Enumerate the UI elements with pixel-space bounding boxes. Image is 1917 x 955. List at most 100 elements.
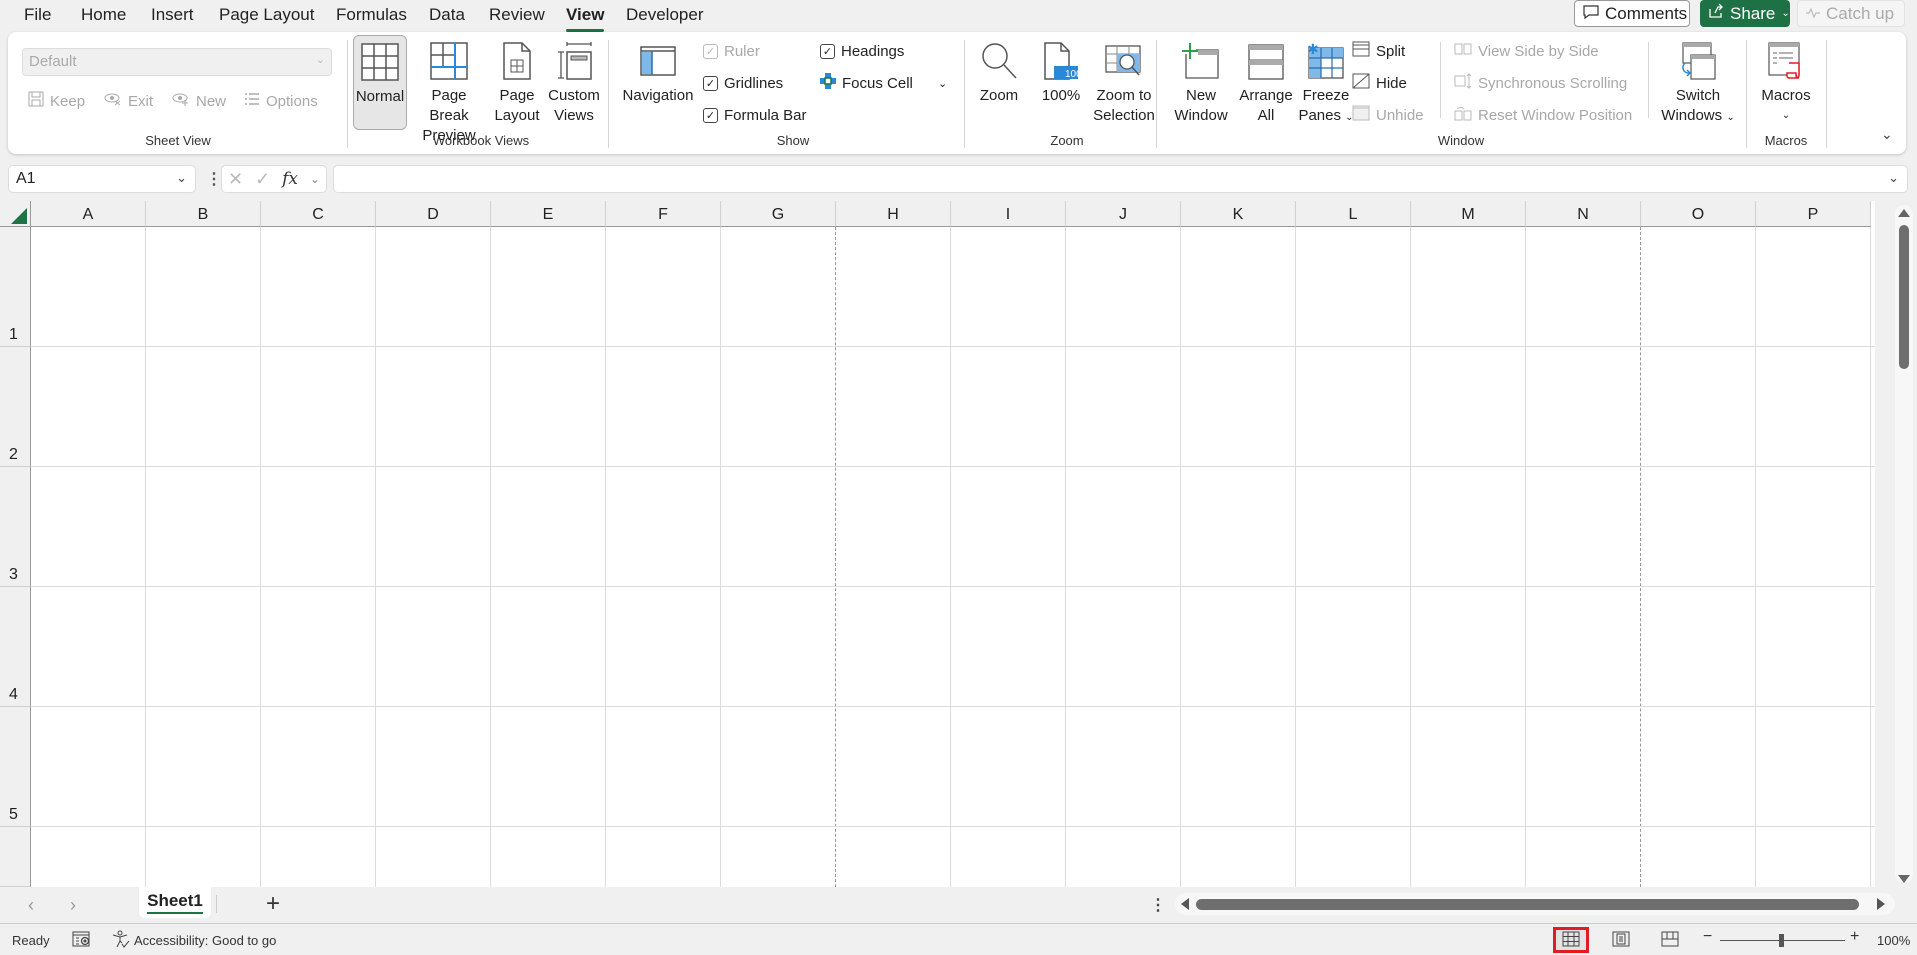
gridlines-checkbox[interactable]: ✓ Gridlines: [703, 72, 783, 94]
column-header-k[interactable]: K: [1181, 201, 1296, 227]
tab-file[interactable]: File: [24, 4, 51, 28]
spreadsheet-grid[interactable]: ABCDEFGHIJKLMNOP 12345: [0, 201, 1875, 887]
zoom-button[interactable]: Zoom: [976, 38, 1022, 106]
freeze-panes-button[interactable]: ✱ Freeze Panes ⌄: [1296, 38, 1356, 128]
row-header-1[interactable]: 1: [0, 227, 31, 347]
zoom-out-button[interactable]: −: [1703, 928, 1712, 946]
zoom-to-selection-button[interactable]: Zoom to Selection: [1084, 38, 1164, 126]
scroll-right-arrow-icon[interactable]: [1877, 898, 1885, 910]
next-sheet-chevron-icon[interactable]: ›: [70, 895, 76, 916]
horizontal-scrollbar[interactable]: [1175, 893, 1895, 915]
more-options-kebab-icon[interactable]: ⋮: [206, 169, 222, 189]
column-header-a[interactable]: A: [31, 201, 146, 227]
scroll-down-arrow-icon[interactable]: [1898, 875, 1910, 883]
tab-insert[interactable]: Insert: [151, 4, 194, 28]
scroll-up-arrow-icon[interactable]: [1898, 209, 1910, 217]
arrange-all-button[interactable]: Arrange All: [1236, 38, 1296, 126]
normal-view-button[interactable]: Normal: [353, 35, 407, 130]
page-break-preview-button[interactable]: Page Break Preview: [412, 38, 486, 146]
column-header-o[interactable]: O: [1641, 201, 1756, 227]
collapse-ribbon-chevron-icon[interactable]: ⌄: [1881, 126, 1893, 143]
sheet-options-kebab-icon[interactable]: ⋮: [1150, 895, 1166, 915]
zoom-percentage[interactable]: 100%: [1877, 933, 1910, 948]
select-all-button[interactable]: [0, 201, 31, 227]
tab-data[interactable]: Data: [429, 4, 465, 28]
previous-sheet-chevron-icon[interactable]: ‹: [28, 895, 34, 916]
macro-recording-icon[interactable]: [72, 931, 92, 950]
switch-windows-button[interactable]: Switch Windows ⌄: [1658, 38, 1738, 128]
custom-views-button[interactable]: Custom Views: [546, 38, 602, 126]
view-side-by-side-button[interactable]: View Side by Side: [1454, 40, 1599, 62]
column-header-j[interactable]: J: [1066, 201, 1181, 227]
navigation-button[interactable]: Navigation: [618, 38, 698, 106]
vertical-scroll-thumb[interactable]: [1899, 225, 1909, 369]
column-header-g[interactable]: G: [721, 201, 836, 227]
split-button[interactable]: Split: [1352, 40, 1405, 62]
column-header-l[interactable]: L: [1296, 201, 1411, 227]
horizontal-scroll-thumb[interactable]: [1196, 899, 1859, 910]
cancel-icon[interactable]: ✕: [228, 169, 243, 190]
column-header-p[interactable]: P: [1756, 201, 1871, 227]
chevron-down-icon[interactable]: ⌄: [310, 172, 320, 186]
macros-button[interactable]: Macros ⌄: [1756, 38, 1816, 126]
column-header-c[interactable]: C: [261, 201, 376, 227]
hide-button[interactable]: Hide: [1352, 72, 1407, 94]
new-window-button[interactable]: New Window: [1168, 38, 1234, 126]
insert-function-icon[interactable]: fx: [282, 169, 298, 189]
name-box[interactable]: A1 ⌄: [8, 165, 196, 193]
formula-controls: ✕ ✓ fx ⌄: [221, 165, 327, 193]
expand-formula-bar-chevron-icon[interactable]: ⌄: [1888, 170, 1899, 186]
tab-home[interactable]: Home: [81, 4, 126, 28]
zoom-100-button[interactable]: 100 100%: [1036, 38, 1086, 106]
headings-checkbox[interactable]: ✓ Headings: [820, 40, 904, 62]
tab-view[interactable]: View: [566, 4, 605, 32]
column-header-n[interactable]: N: [1526, 201, 1641, 227]
page-layout-button[interactable]: Page Layout: [492, 38, 542, 126]
sheet-view-dropdown[interactable]: Default ⌄: [22, 48, 332, 76]
unhide-button[interactable]: Unhide: [1352, 104, 1424, 126]
row-header-partial[interactable]: [0, 827, 31, 887]
column-header-e[interactable]: E: [491, 201, 606, 227]
zoom-slider-thumb[interactable]: [1779, 934, 1784, 947]
comments-button[interactable]: Comments: [1574, 0, 1690, 27]
normal-label: Normal: [355, 88, 405, 105]
exit-button[interactable]: Exit: [104, 90, 153, 112]
column-header-d[interactable]: D: [376, 201, 491, 227]
column-header-m[interactable]: M: [1411, 201, 1526, 227]
column-header-f[interactable]: F: [606, 201, 721, 227]
column-header-b[interactable]: B: [146, 201, 261, 227]
focus-cell-button[interactable]: Focus Cell: [820, 72, 913, 94]
zoom-in-button[interactable]: +: [1850, 928, 1859, 946]
enter-checkmark-icon[interactable]: ✓: [255, 169, 270, 190]
reset-window-position-button[interactable]: Reset Window Position: [1454, 104, 1632, 126]
synchronous-scrolling-button[interactable]: Synchronous Scrolling: [1454, 72, 1627, 94]
share-button[interactable]: Share ⌄: [1700, 0, 1790, 27]
accessibility-status[interactable]: Accessibility: Good to go: [112, 930, 276, 951]
tab-developer[interactable]: Developer: [626, 4, 704, 28]
catch-up-button[interactable]: Catch up: [1797, 0, 1905, 27]
focus-cell-dropdown[interactable]: ⌄: [938, 72, 947, 94]
sheet-tab-sheet1[interactable]: Sheet1: [139, 887, 211, 918]
row-header-4[interactable]: 4: [0, 587, 31, 707]
scroll-left-arrow-icon[interactable]: [1181, 898, 1189, 910]
page-break-preview-status-button[interactable]: [1652, 927, 1688, 953]
keep-button[interactable]: Keep: [28, 90, 85, 112]
normal-view-status-button[interactable]: [1553, 927, 1589, 953]
options-button[interactable]: Options: [244, 90, 318, 112]
row-header-3[interactable]: 3: [0, 467, 31, 587]
row-header-5[interactable]: 5: [0, 707, 31, 827]
tab-review[interactable]: Review: [489, 4, 545, 28]
formula-input[interactable]: ⌄: [333, 165, 1908, 193]
ruler-checkbox[interactable]: ✓ Ruler: [703, 40, 760, 62]
tab-page-layout[interactable]: Page Layout: [219, 4, 314, 28]
vertical-scrollbar[interactable]: [1893, 201, 1917, 887]
page-layout-status-button[interactable]: [1603, 927, 1639, 953]
column-header-i[interactable]: I: [951, 201, 1066, 227]
chevron-down-icon[interactable]: ⌄: [176, 170, 187, 186]
add-sheet-button[interactable]: +: [266, 890, 280, 918]
row-header-2[interactable]: 2: [0, 347, 31, 467]
tab-formulas[interactable]: Formulas: [336, 4, 407, 28]
column-header-h[interactable]: H: [836, 201, 951, 227]
new-view-button[interactable]: New: [172, 90, 226, 112]
formula-bar-checkbox[interactable]: ✓ Formula Bar: [703, 104, 807, 126]
